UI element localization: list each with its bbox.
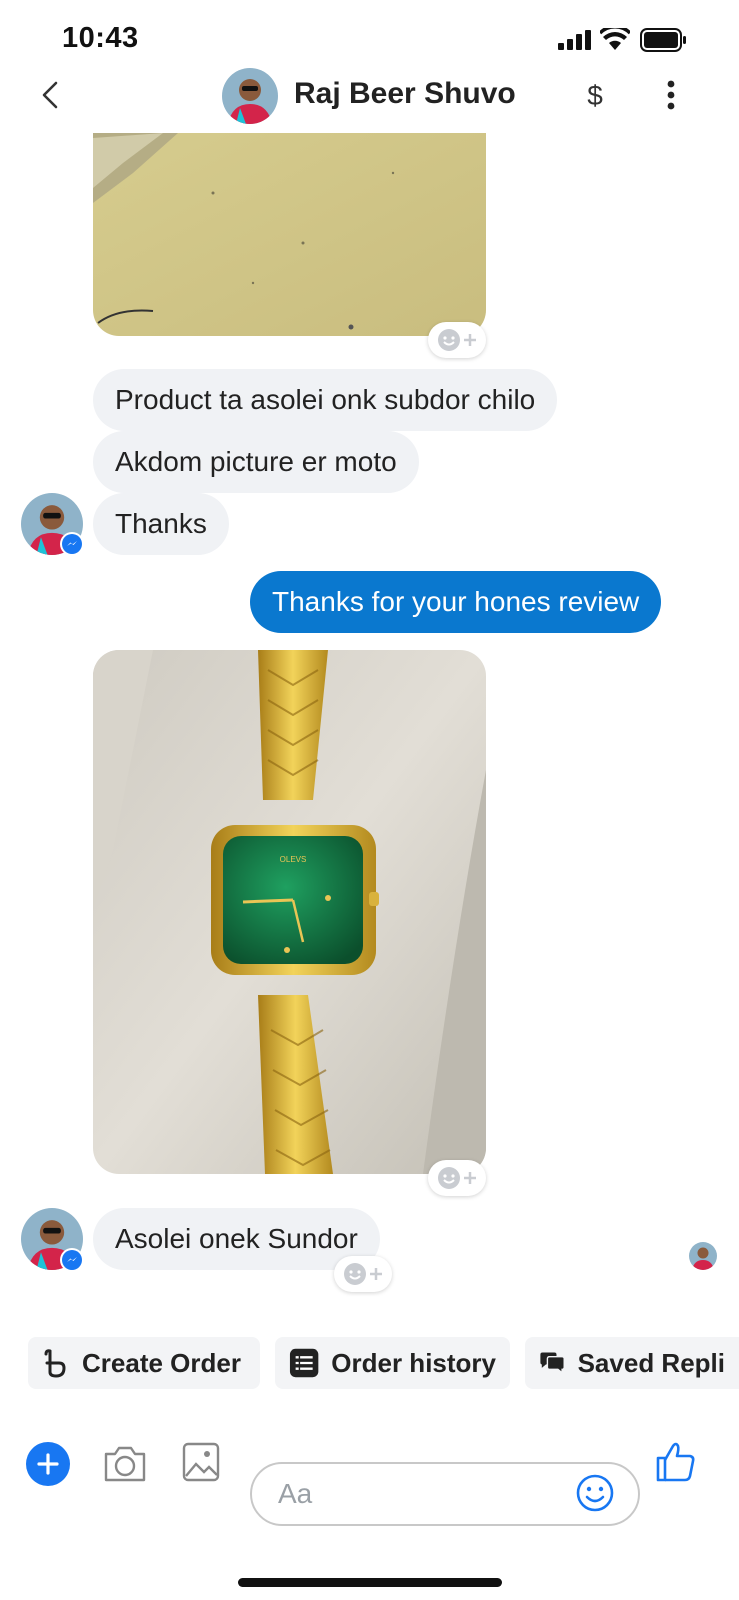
messenger-badge-icon [60, 532, 84, 556]
dollar-icon: $ [587, 80, 603, 111]
message-bubble-incoming[interactable]: Asolei onek Sundor [93, 1208, 380, 1270]
taka-icon [44, 1349, 66, 1378]
chat-bubbles-icon [540, 1352, 565, 1375]
like-button[interactable] [654, 1440, 696, 1482]
emoji-button[interactable] [575, 1473, 615, 1513]
smiley-icon [576, 1474, 614, 1512]
saved-replies-button[interactable]: Saved Repli [525, 1337, 739, 1389]
plus-icon [37, 1453, 59, 1475]
smiley-icon [438, 1167, 460, 1189]
contact-name[interactable]: Raj Beer Shuvo [294, 77, 516, 111]
message-bubble-incoming[interactable]: Akdom picture er moto [93, 431, 419, 493]
smiley-icon [344, 1263, 366, 1285]
message-bubble-outgoing[interactable]: Thanks for your hones review [250, 571, 662, 633]
chevron-left-icon [42, 81, 58, 109]
signal-icon [558, 30, 592, 50]
message-bubble-incoming[interactable]: Thanks [93, 493, 229, 555]
back-button[interactable] [36, 80, 66, 110]
svg-text:OLEVS: OLEVS [280, 855, 307, 864]
more-options-button[interactable] [664, 80, 678, 110]
saved-replies-label: Saved Repli [577, 1347, 725, 1378]
add-reaction-button[interactable] [334, 1256, 392, 1292]
add-reaction-button[interactable] [428, 322, 486, 358]
create-order-label: Create Order [82, 1347, 241, 1378]
create-order-button[interactable]: Create Order [28, 1337, 260, 1389]
add-button[interactable] [26, 1442, 70, 1486]
svg-text:$: $ [587, 80, 603, 111]
camera-icon [104, 1446, 146, 1482]
shared-photo-1[interactable] [93, 133, 486, 336]
camera-button[interactable] [102, 1444, 148, 1484]
seen-receipt-avatar [689, 1242, 717, 1270]
thumbs-up-icon [656, 1442, 695, 1482]
order-history-button[interactable]: Order history [275, 1337, 510, 1389]
gallery-button[interactable] [182, 1442, 220, 1482]
list-document-icon [289, 1348, 319, 1378]
payment-button[interactable]: $ [582, 78, 608, 112]
wifi-icon [598, 25, 632, 50]
home-indicator [238, 1578, 502, 1587]
status-time: 10:43 [62, 22, 139, 54]
message-input-placeholder: Aa [278, 1478, 313, 1509]
plus-icon [464, 1172, 476, 1184]
messenger-badge-icon [60, 1248, 84, 1272]
shared-photo-2[interactable]: OLEVS [93, 650, 486, 1174]
more-vertical-icon [667, 80, 675, 110]
plus-icon [370, 1268, 382, 1280]
contact-avatar[interactable] [222, 68, 278, 124]
plus-icon [464, 334, 476, 346]
image-icon [182, 1442, 220, 1482]
add-reaction-button[interactable] [428, 1160, 486, 1196]
smiley-icon [438, 329, 460, 351]
message-bubble-incoming[interactable]: Product ta asolei onk subdor chilo [93, 369, 558, 431]
battery-icon [640, 28, 688, 52]
order-history-label: Order history [331, 1347, 496, 1378]
